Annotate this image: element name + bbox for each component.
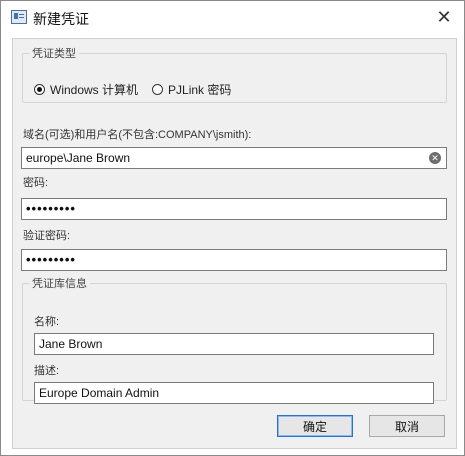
- confirm-password-label: 验证密码:: [23, 230, 71, 242]
- dialog-title: 新建凭证: [33, 11, 89, 27]
- password-value: •••••••••: [26, 201, 76, 216]
- radio-pjlink-password-label[interactable]: PJLink 密码: [168, 81, 231, 98]
- password-label: 密码:: [23, 177, 49, 189]
- close-button[interactable]: ✕: [430, 5, 458, 29]
- confirm-password-input[interactable]: •••••••••: [21, 249, 447, 271]
- name-input[interactable]: Jane Brown: [34, 333, 434, 355]
- description-input[interactable]: Europe Domain Admin: [34, 382, 434, 404]
- credential-type-group: 凭证类型 Windows 计算机 PJLink 密码: [22, 45, 447, 103]
- description-label: 描述:: [34, 365, 60, 377]
- cancel-button[interactable]: 取消: [369, 415, 445, 437]
- username-value: europe\Jane Brown: [26, 151, 131, 165]
- credential-type-legend: 凭证类型: [32, 48, 76, 60]
- credential-type-options: Windows 计算机 PJLink 密码: [34, 81, 245, 98]
- username-label: 域名(可选)和用户名(不包含:COMPANY\jsmith):: [23, 129, 252, 141]
- new-credential-dialog: 新建凭证 ✕ 凭证类型 Windows 计算机 PJLink 密码 域名(可选)…: [0, 0, 465, 456]
- credential-app-icon: [11, 10, 27, 24]
- radio-windows-computer-label[interactable]: Windows 计算机: [50, 81, 138, 98]
- password-input[interactable]: •••••••••: [21, 198, 447, 220]
- username-input[interactable]: europe\Jane Brown ✕: [21, 147, 447, 169]
- confirm-password-value: •••••••••: [26, 252, 76, 267]
- credential-info-group: 凭证库信息 名称: Jane Brown 描述: Europe Domain A…: [22, 275, 447, 404]
- name-label: 名称:: [34, 316, 60, 328]
- clear-icon[interactable]: ✕: [429, 152, 441, 164]
- title-bar: 新建凭证 ✕: [1, 1, 464, 35]
- dialog-body: 凭证类型 Windows 计算机 PJLink 密码 域名(可选)和用户名(不包…: [12, 38, 457, 449]
- description-value: Europe Domain Admin: [39, 386, 160, 400]
- close-icon: ✕: [436, 6, 452, 27]
- radio-pjlink-password[interactable]: [152, 84, 164, 95]
- radio-windows-computer[interactable]: [34, 84, 45, 95]
- name-value: Jane Brown: [39, 337, 103, 351]
- ok-button[interactable]: 确定: [277, 415, 353, 437]
- credential-info-legend: 凭证库信息: [32, 278, 87, 290]
